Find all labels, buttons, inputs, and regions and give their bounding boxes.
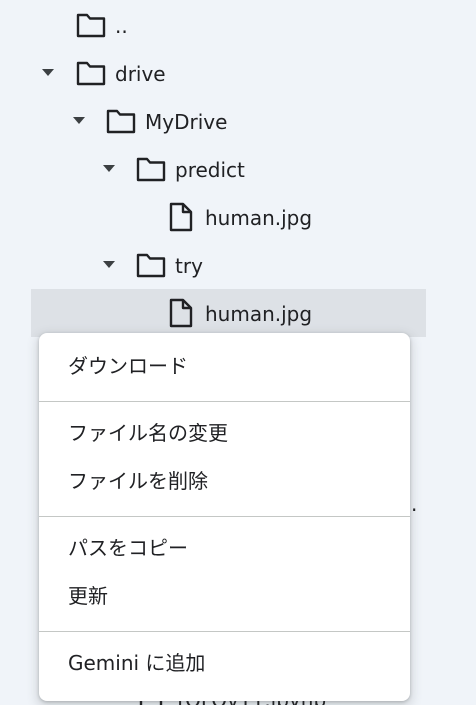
tree-item-label: predict <box>175 158 245 182</box>
menu-divider <box>39 401 410 402</box>
menu-divider <box>39 516 410 517</box>
tree-item-label: try <box>175 254 203 278</box>
caret-down-icon[interactable] <box>73 117 85 124</box>
menu-item-download[interactable]: ダウンロード <box>39 344 410 388</box>
tree-item-label: human.jpg <box>205 206 313 230</box>
menu-item-label: 更新 <box>68 584 108 608</box>
tree-item-predict[interactable]: predict <box>0 145 430 193</box>
menu-divider <box>39 631 410 632</box>
menu-item-label: ファイル名の変更 <box>68 421 228 445</box>
menu-item-copy-path[interactable]: パスをコピー <box>39 526 410 570</box>
tree-item-label: .. <box>115 14 128 38</box>
tree-item-drive[interactable]: drive <box>0 49 430 97</box>
tree-item-parent-dir[interactable]: .. <box>0 1 430 49</box>
menu-item-label: Gemini に追加 <box>68 651 206 675</box>
file-icon <box>169 298 193 328</box>
menu-item-label: パスをコピー <box>68 536 188 560</box>
tree-item-human-jpg[interactable]: human.jpg <box>0 193 430 241</box>
menu-item-label: ファイルを削除 <box>68 469 208 493</box>
folder-icon <box>76 61 106 86</box>
context-menu: ダウンロード ファイル名の変更 ファイルを削除 パスをコピー 更新 Gemini… <box>39 333 410 701</box>
menu-item-label: ダウンロード <box>68 354 188 378</box>
folder-icon <box>136 253 166 278</box>
folder-icon <box>136 157 166 182</box>
tree-item-try[interactable]: try <box>0 241 430 289</box>
folder-icon <box>76 13 106 38</box>
menu-item-add-to-gemini[interactable]: Gemini に追加 <box>39 641 410 685</box>
tree-item-label: MyDrive <box>145 110 228 134</box>
menu-item-rename[interactable]: ファイル名の変更 <box>39 411 410 455</box>
file-icon <box>169 202 193 232</box>
folder-icon <box>106 109 136 134</box>
caret-down-icon[interactable] <box>103 165 115 172</box>
tree-item-label: drive <box>115 62 166 86</box>
caret-down-icon[interactable] <box>103 261 115 268</box>
hidden-row-dot: . <box>411 492 418 516</box>
menu-item-delete[interactable]: ファイルを削除 <box>39 459 410 503</box>
menu-item-refresh[interactable]: 更新 <box>39 574 410 618</box>
tree-item-mydrive[interactable]: MyDrive <box>0 97 430 145</box>
caret-down-icon[interactable] <box>42 69 54 76</box>
tree-item-human-jpg-selected[interactable]: human.jpg <box>31 289 426 337</box>
tree-item-label: human.jpg <box>205 302 313 326</box>
